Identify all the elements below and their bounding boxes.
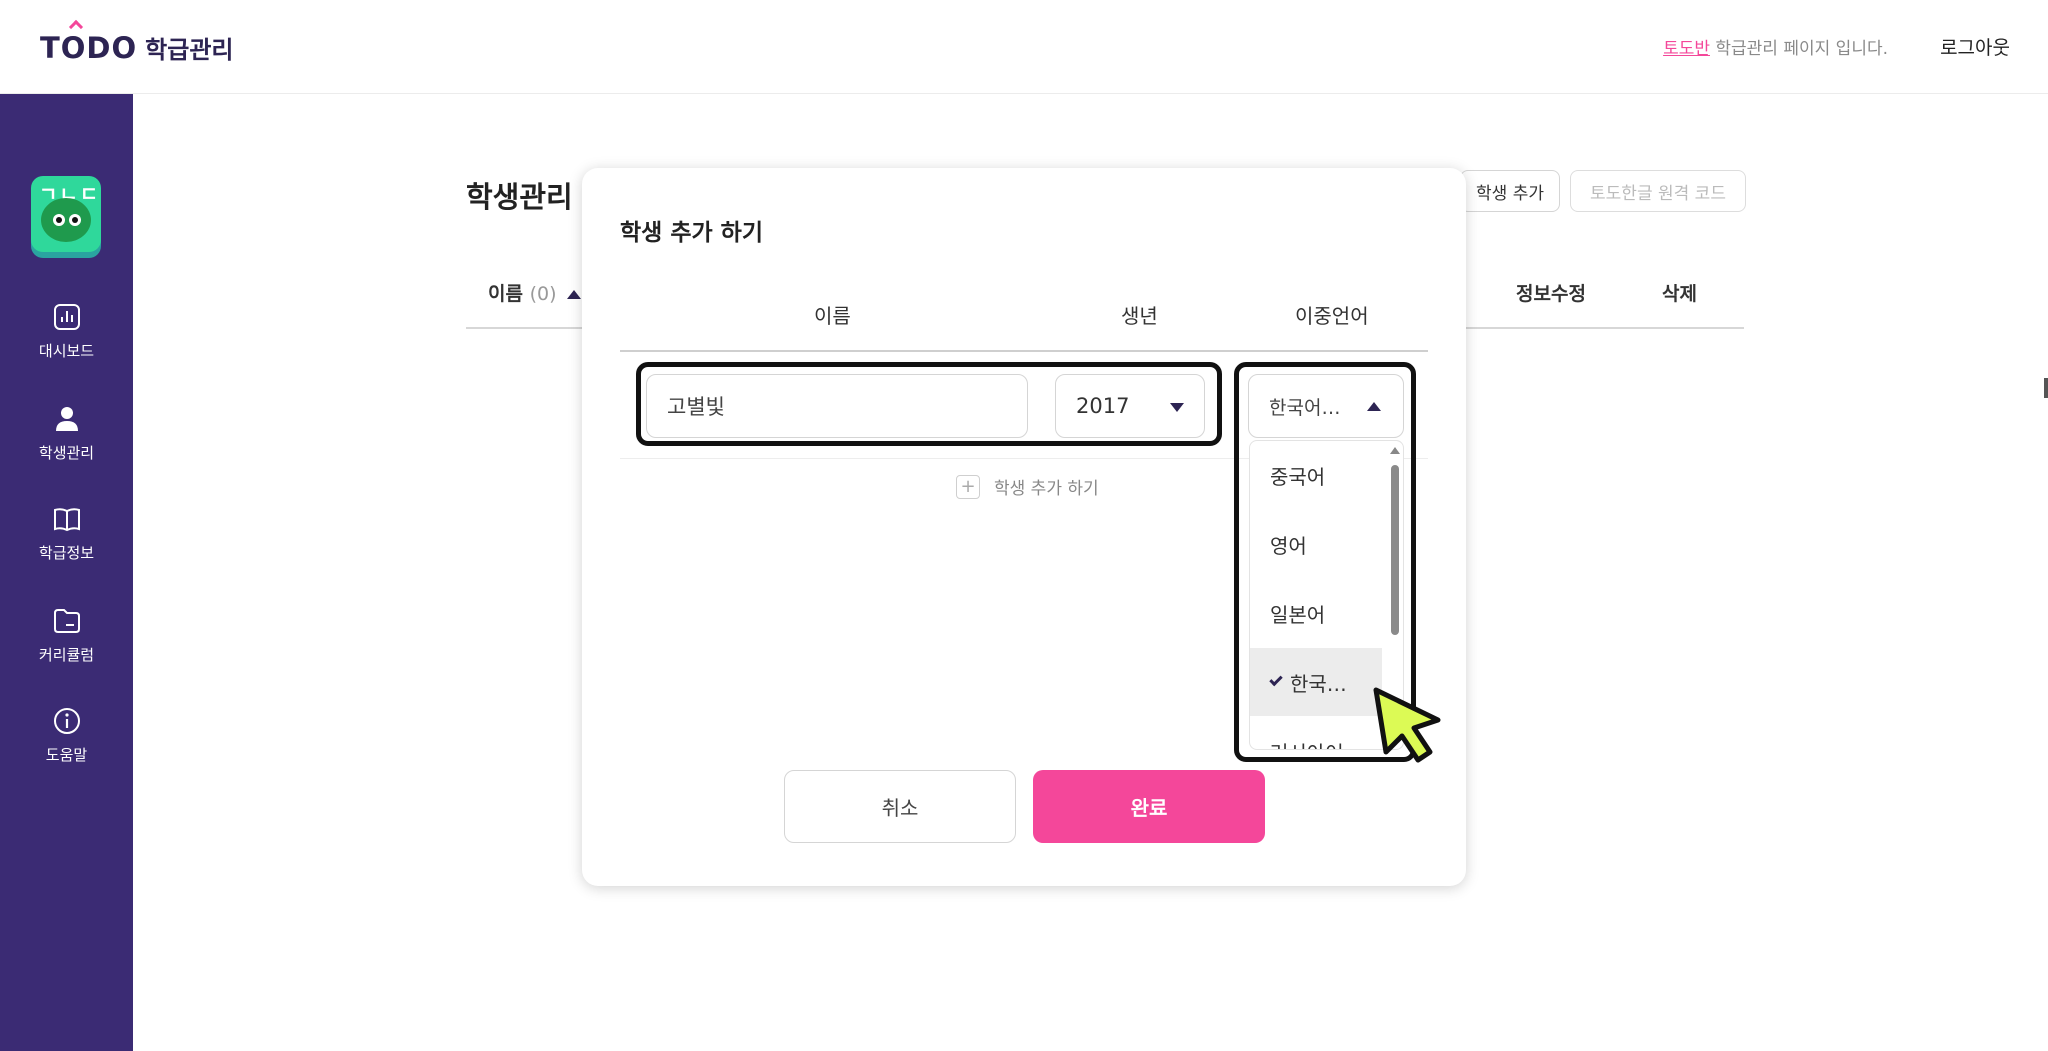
page-title: 학생관리 xyxy=(466,180,573,214)
plus-icon: + xyxy=(956,474,980,499)
header-message: 토도반 학급관리 페이지 입니다. xyxy=(1663,34,1888,59)
info-icon xyxy=(53,708,80,734)
pointer-cursor-icon xyxy=(1373,687,1441,763)
cancel-button[interactable]: 취소 xyxy=(784,770,1016,843)
app-logo[interactable]: TODO 학급관리 xyxy=(40,19,234,65)
sidebar-item-dashboard[interactable]: 대시보드 xyxy=(0,302,133,361)
class-name-link[interactable]: 토도반 xyxy=(1663,39,1710,59)
logo-subtitle: 학급관리 xyxy=(145,36,234,64)
modal-title: 학생 추가 하기 xyxy=(620,220,763,246)
logo-wordmark: TODO xyxy=(40,19,137,65)
sidebar-item-curriculum[interactable]: 커리큘럼 xyxy=(0,606,133,665)
sidebar-item-label: 학생관리 xyxy=(38,444,95,462)
sidebar-item-label: 대시보드 xyxy=(38,342,95,360)
sidebar-item-label: 커리큘럼 xyxy=(38,646,95,664)
add-student-modal: 학생 추가 하기 이름 생년 이중언어 고별빛 2017 한국어… 중국어 영어… xyxy=(582,168,1466,886)
mascot-avatar: ㄱㄴㄷ xyxy=(31,176,101,252)
remote-code-button[interactable]: 토도한글 원격 코드 xyxy=(1570,170,1746,212)
logout-button[interactable]: 로그아웃 xyxy=(1940,33,2010,60)
column-name: 이름 xyxy=(814,304,851,328)
modal-header-divider xyxy=(620,350,1428,352)
sort-asc-icon xyxy=(566,290,581,299)
sidebar-item-help[interactable]: 도움말 xyxy=(0,706,133,765)
highlight-box-input-row xyxy=(636,362,1222,446)
column-bilingual: 이중언어 xyxy=(1295,304,1369,328)
page-message: 학급관리 페이지 입니다. xyxy=(1709,39,1888,59)
window-edge xyxy=(2044,378,2048,398)
name-column-header[interactable]: 이름 (0) xyxy=(488,279,581,306)
column-birth-year: 생년 xyxy=(1121,304,1158,328)
sidebar-item-label: 도움말 xyxy=(45,746,88,764)
edit-column-header: 정보수정 xyxy=(1516,283,1586,305)
add-row-label: 학생 추가 하기 xyxy=(994,479,1099,499)
top-header: TODO 학급관리 토도반 학급관리 페이지 입니다. 로그아웃 xyxy=(0,0,2048,94)
sidebar-item-class-info[interactable]: 학급정보 xyxy=(0,504,133,563)
add-student-button[interactable]: 학생 추가 xyxy=(1460,170,1560,212)
chart-icon xyxy=(53,304,80,330)
user-icon xyxy=(55,407,78,431)
add-student-row-button[interactable]: + 학생 추가 하기 xyxy=(956,474,1099,499)
sidebar-item-students[interactable]: 학생관리 xyxy=(0,404,133,463)
sidebar: ㄱㄴㄷ 대시보드 학생관리 학급정보 커리큘럼 도움말 xyxy=(0,94,133,1051)
sidebar-item-label: 학급정보 xyxy=(38,544,95,562)
book-icon xyxy=(53,508,80,532)
folder-icon xyxy=(53,609,80,633)
delete-column-header: 삭제 xyxy=(1662,283,1697,305)
done-button[interactable]: 완료 xyxy=(1033,770,1265,843)
